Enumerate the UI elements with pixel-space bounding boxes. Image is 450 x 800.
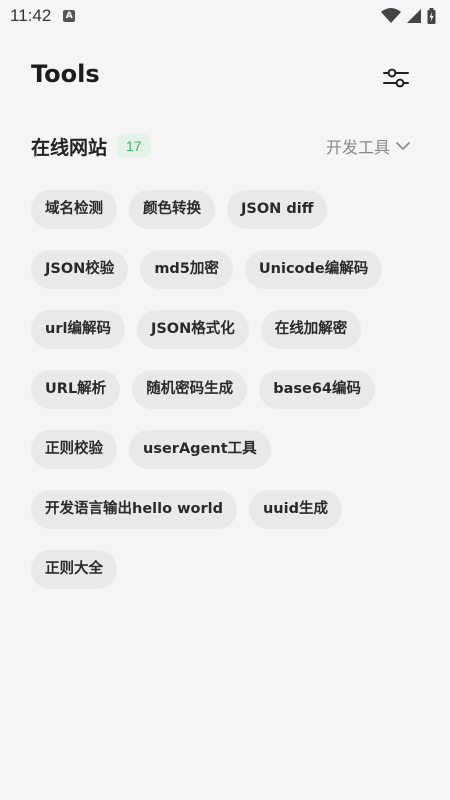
tool-tag[interactable]: 随机密码生成 bbox=[132, 370, 248, 409]
tool-tag[interactable]: base64编码 bbox=[259, 370, 375, 409]
count-badge: 17 bbox=[117, 134, 151, 158]
wifi-icon bbox=[381, 8, 401, 23]
tool-tag-list: 域名检测 颜色转换 JSON diff JSON校验 md5加密 Unicode… bbox=[31, 190, 421, 589]
status-right bbox=[381, 8, 436, 24]
tool-tag[interactable]: url编解码 bbox=[31, 310, 125, 349]
tool-tag[interactable]: JSON diff bbox=[227, 190, 328, 229]
tool-tag[interactable]: 在线加解密 bbox=[260, 310, 362, 349]
tool-tag[interactable]: URL解析 bbox=[31, 370, 121, 409]
status-left: 11:42 A bbox=[10, 6, 76, 26]
tool-tag[interactable]: 正则大全 bbox=[31, 550, 117, 589]
section-title: 在线网站 bbox=[31, 136, 108, 159]
category-dropdown[interactable]: 开发工具 bbox=[326, 134, 410, 158]
status-time: 11:42 bbox=[10, 6, 52, 25]
status-bar: 11:42 A bbox=[0, 0, 450, 32]
tool-tag[interactable]: uuid生成 bbox=[248, 490, 342, 529]
section-header: 在线网站 17 开发工具 bbox=[31, 128, 410, 164]
sliders-icon bbox=[383, 68, 409, 88]
category-label: 开发工具 bbox=[325, 138, 390, 157]
chevron-down-icon bbox=[396, 142, 410, 150]
tool-tag[interactable]: 颜色转换 bbox=[129, 190, 215, 229]
battery-icon bbox=[427, 8, 436, 24]
tool-tag[interactable]: 开发语言输出hello world bbox=[31, 490, 237, 529]
filter-settings-button[interactable] bbox=[380, 62, 412, 94]
notification-app-icon: A bbox=[63, 10, 76, 22]
tool-tag[interactable]: userAgent工具 bbox=[129, 430, 271, 469]
tool-tag[interactable]: 正则校验 bbox=[31, 430, 117, 469]
tool-tag[interactable]: JSON格式化 bbox=[136, 310, 249, 349]
tool-tag[interactable]: Unicode编解码 bbox=[244, 250, 383, 289]
signal-icon bbox=[407, 9, 421, 23]
page-title: Tools bbox=[31, 60, 100, 88]
tool-tag[interactable]: 域名检测 bbox=[31, 190, 117, 229]
tool-tag[interactable]: md5加密 bbox=[140, 250, 233, 289]
tool-tag[interactable]: JSON校验 bbox=[31, 250, 129, 289]
